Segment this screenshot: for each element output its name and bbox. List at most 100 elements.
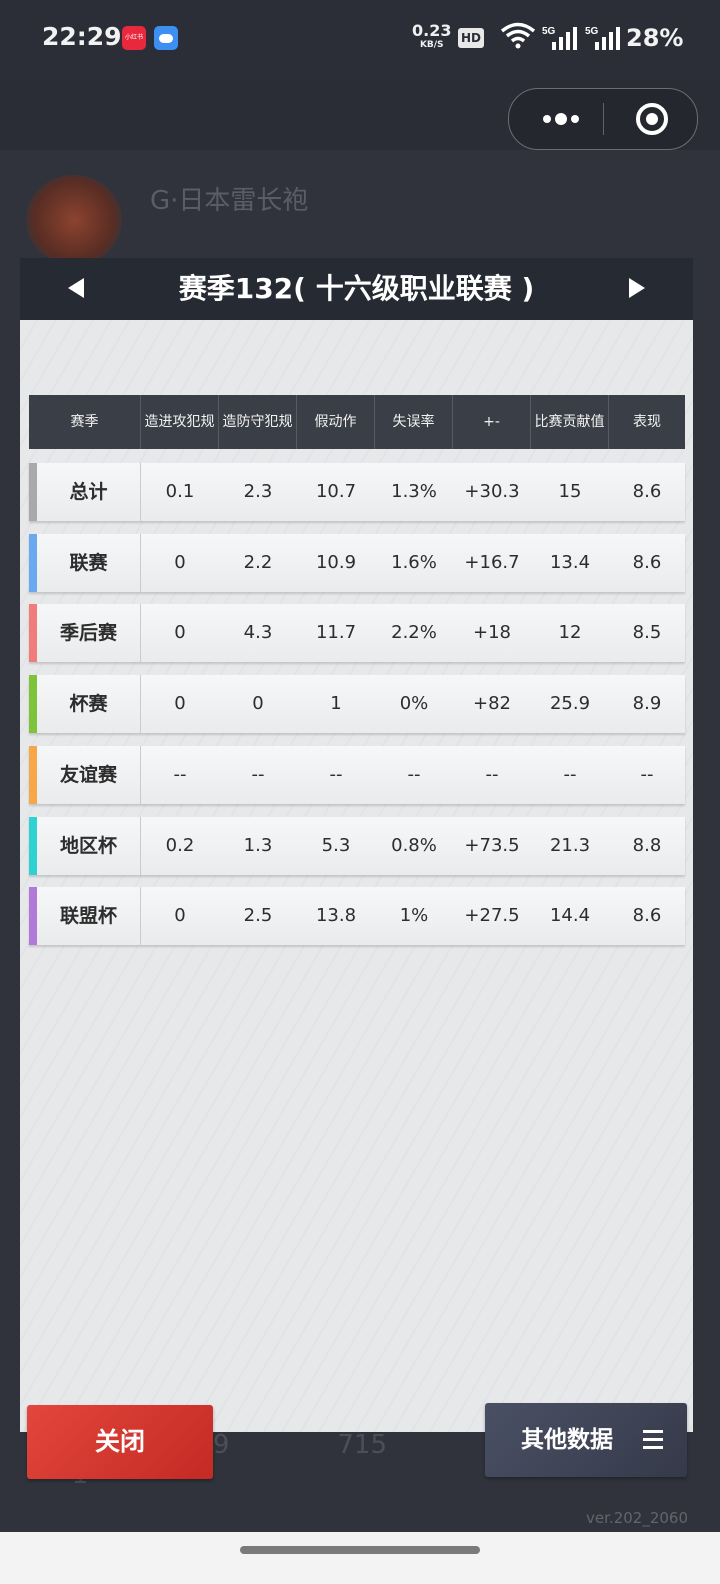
stats-row: 杯赛 0 0 1 0% +82 25.9 8.9 bbox=[29, 675, 685, 734]
svg-text:5G: 5G bbox=[585, 26, 599, 37]
stat-cell: +82 bbox=[473, 693, 511, 715]
stat-cell: 1.6% bbox=[391, 551, 437, 573]
stats-row: 总计 0.1 2.3 10.7 1.3% +30.3 15 8.6 bbox=[29, 463, 685, 521]
stat-cell: -- bbox=[251, 763, 265, 785]
stat-cell: 1% bbox=[399, 905, 429, 927]
stat-cell: 8.6 bbox=[632, 551, 662, 573]
stat-cell: 15 bbox=[558, 481, 582, 502]
table-header: 赛季 造进攻犯规 造防守犯规 假动作 失误率 +- 比赛贡献值 表现 bbox=[29, 395, 685, 449]
network-speed-unit: KB/S bbox=[419, 40, 444, 50]
stat-cell: 2.3 bbox=[243, 481, 273, 502]
stat-cell: 0 bbox=[174, 693, 186, 715]
stat-cell: 21.3 bbox=[549, 834, 591, 856]
stat-cell: +18 bbox=[473, 622, 511, 644]
stats-row: 季后赛 0 4.3 11.7 2.2% +18 12 8.5 bbox=[29, 604, 685, 663]
stat-cell: 11.7 bbox=[315, 622, 357, 644]
stat-cell: -- bbox=[329, 763, 343, 785]
stat-cell: 5.3 bbox=[321, 834, 351, 856]
background-stat: 715 bbox=[337, 1430, 387, 1460]
competition-name: 杯赛 bbox=[37, 675, 141, 734]
wifi-icon bbox=[500, 22, 536, 49]
svg-text:5G: 5G bbox=[542, 26, 556, 37]
stat-cell: -- bbox=[640, 763, 654, 785]
stat-cell: 12 bbox=[558, 622, 582, 644]
stat-cell: +16.7 bbox=[464, 551, 520, 573]
stat-cell: 0 bbox=[174, 905, 186, 927]
stat-cell: 25.9 bbox=[549, 693, 591, 715]
column-header: 赛季 bbox=[29, 395, 141, 449]
stat-cell: +30.3 bbox=[464, 481, 520, 502]
row-color-indicator bbox=[29, 816, 37, 875]
column-header: 失误率 bbox=[375, 395, 453, 449]
stats-row: 联赛 0 2.2 10.9 1.6% +16.7 13.4 8.6 bbox=[29, 533, 685, 592]
row-color-indicator bbox=[29, 745, 37, 804]
stat-cell: 8.5 bbox=[632, 622, 662, 644]
stat-cell: 2.5 bbox=[243, 905, 273, 927]
stat-cell: 14.4 bbox=[549, 905, 591, 927]
column-header: 假动作 bbox=[297, 395, 375, 449]
miniprogram-capsule bbox=[508, 88, 698, 150]
team-logo bbox=[26, 175, 122, 265]
stat-cell: 8.6 bbox=[632, 481, 662, 502]
other-data-button[interactable]: 其他数据 bbox=[485, 1403, 687, 1477]
next-season-arrow-icon[interactable] bbox=[629, 278, 645, 298]
column-header: +- bbox=[453, 395, 531, 449]
home-gesture-pill[interactable] bbox=[240, 1546, 480, 1554]
battery-level: 28% bbox=[626, 24, 684, 52]
stat-cell: 0 bbox=[174, 622, 186, 644]
competition-name: 地区杯 bbox=[37, 816, 141, 875]
competition-name: 总计 bbox=[37, 463, 141, 521]
stat-cell: 4.3 bbox=[243, 622, 273, 644]
stats-row: 友谊赛 -- -- -- -- -- -- -- bbox=[29, 745, 685, 804]
stat-cell: 13.4 bbox=[549, 551, 591, 573]
stat-cell: 1.3% bbox=[391, 481, 437, 502]
column-header: 造防守犯规 bbox=[219, 395, 297, 449]
stat-cell: 1 bbox=[330, 693, 342, 715]
close-button[interactable]: 关闭 bbox=[27, 1405, 213, 1479]
competition-name: 联赛 bbox=[37, 533, 141, 592]
row-color-indicator bbox=[29, 463, 37, 521]
stat-cell: 10.7 bbox=[315, 481, 357, 502]
row-color-indicator bbox=[29, 604, 37, 663]
column-header: 表现 bbox=[633, 414, 661, 430]
stats-row: 联盟杯 0 2.5 13.8 1% +27.5 14.4 8.6 bbox=[29, 887, 685, 946]
capsule-divider bbox=[603, 103, 604, 135]
stat-cell: 0 bbox=[252, 693, 264, 715]
row-color-indicator bbox=[29, 533, 37, 592]
stat-cell: +27.5 bbox=[464, 905, 520, 927]
stat-cell: 10.9 bbox=[315, 551, 357, 573]
competition-name: 联盟杯 bbox=[37, 887, 141, 946]
stat-cell: 8.8 bbox=[632, 834, 662, 856]
stat-cell: 0.8% bbox=[391, 834, 437, 856]
dialog-body: 赛季 造进攻犯规 造防守犯规 假动作 失误率 +- 比赛贡献值 表现 总计 0.1 2.3 10.7… bbox=[20, 320, 693, 1479]
stats-row: 地区杯 0.2 1.3 5.3 0.8% +73.5 21.3 8.8 bbox=[29, 816, 685, 875]
stat-cell: 8.6 bbox=[632, 905, 662, 927]
other-data-label: 其他数据 bbox=[521, 1427, 613, 1453]
column-header: 比赛贡献值 bbox=[531, 395, 609, 449]
dialog-header: 赛季132( 十六级职业联赛 ) bbox=[20, 258, 693, 320]
more-options-icon[interactable] bbox=[537, 107, 597, 131]
navigation-bar bbox=[0, 1532, 720, 1584]
stat-cell: +73.5 bbox=[464, 834, 520, 856]
close-miniprogram-icon[interactable] bbox=[635, 102, 669, 136]
stat-cell: -- bbox=[407, 763, 421, 785]
background-team-name: G·日本雷长袍 bbox=[150, 186, 309, 216]
stat-cell: -- bbox=[173, 763, 187, 785]
stat-cell: 0% bbox=[399, 693, 429, 715]
version-label: ver.202_2060 bbox=[586, 1509, 688, 1527]
status-bar: 22:29 小红书 0.23 KB/S HD 5G 5G 28% bbox=[0, 0, 720, 80]
stat-cell: 8.9 bbox=[632, 693, 662, 715]
dialog-title: 赛季132( 十六级职业联赛 ) bbox=[178, 272, 535, 305]
column-header: 造进攻犯规 bbox=[141, 395, 219, 449]
signal-5g-icon: 5G bbox=[542, 26, 577, 50]
season-stats-dialog: 赛季132( 十六级职业联赛 ) 赛季 造进攻犯规 造防守犯规 假动作 失误率 +- 比赛贡… bbox=[20, 258, 693, 1479]
stat-cell: -- bbox=[563, 763, 577, 785]
stat-cell: 2.2% bbox=[391, 622, 437, 644]
row-color-indicator bbox=[29, 887, 37, 946]
stat-cell: -- bbox=[485, 763, 499, 785]
xiaohongshu-notification-icon: 小红书 bbox=[122, 26, 146, 50]
stat-cell: 2.2 bbox=[243, 551, 273, 573]
weather-notification-icon bbox=[154, 26, 178, 50]
stat-cell: 13.8 bbox=[315, 905, 357, 927]
signal-5g-icon-2: 5G bbox=[585, 26, 620, 50]
